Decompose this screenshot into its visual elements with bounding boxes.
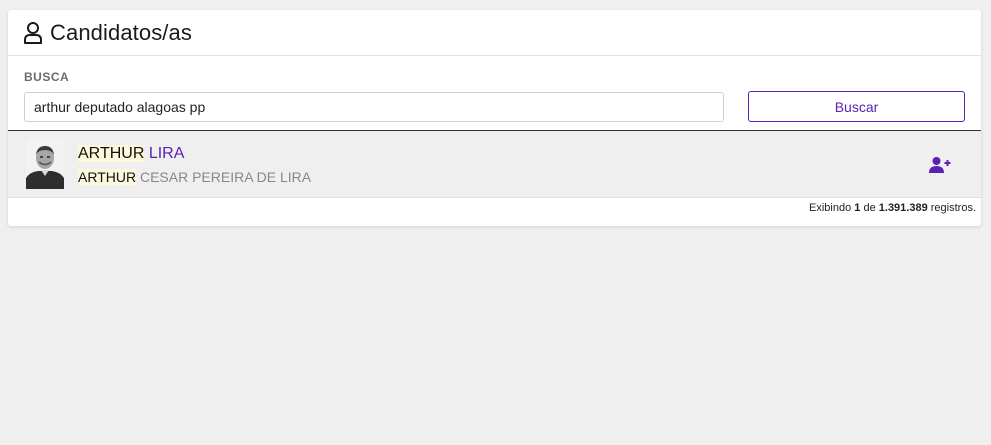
- user-outline-icon: [23, 21, 43, 45]
- count-suffix: registros.: [927, 202, 976, 214]
- search-button[interactable]: Buscar: [748, 91, 965, 122]
- name-highlight: ARTHUR: [78, 145, 145, 162]
- results-count: Exibindo 1 de 1.391.389 registros.: [809, 202, 976, 214]
- full-name-highlight: ARTHUR: [78, 169, 137, 185]
- user-plus-icon[interactable]: [929, 156, 951, 174]
- candidate-avatar: [26, 138, 64, 189]
- result-row[interactable]: ARTHUR LIRA ARTHUR CESAR PEREIRA DE LIRA: [8, 131, 981, 198]
- candidates-card: Candidatos/as BUSCA Buscar ARTHUR LIRA A…: [8, 10, 981, 226]
- search-input[interactable]: [24, 92, 724, 122]
- count-middle: de: [860, 202, 879, 214]
- candidate-name[interactable]: ARTHUR LIRA: [78, 145, 184, 163]
- card-header: Candidatos/as: [8, 10, 981, 56]
- name-rest: LIRA: [144, 145, 185, 162]
- full-name-rest: CESAR PEREIRA DE LIRA: [136, 169, 312, 185]
- count-total: 1.391.389: [878, 202, 928, 214]
- candidate-full-name: ARTHUR CESAR PEREIRA DE LIRA: [78, 169, 311, 185]
- count-prefix: Exibindo: [809, 202, 855, 214]
- search-area: BUSCA Buscar: [8, 56, 981, 131]
- search-label: BUSCA: [24, 70, 70, 84]
- page-title: Candidatos/as: [50, 19, 192, 45]
